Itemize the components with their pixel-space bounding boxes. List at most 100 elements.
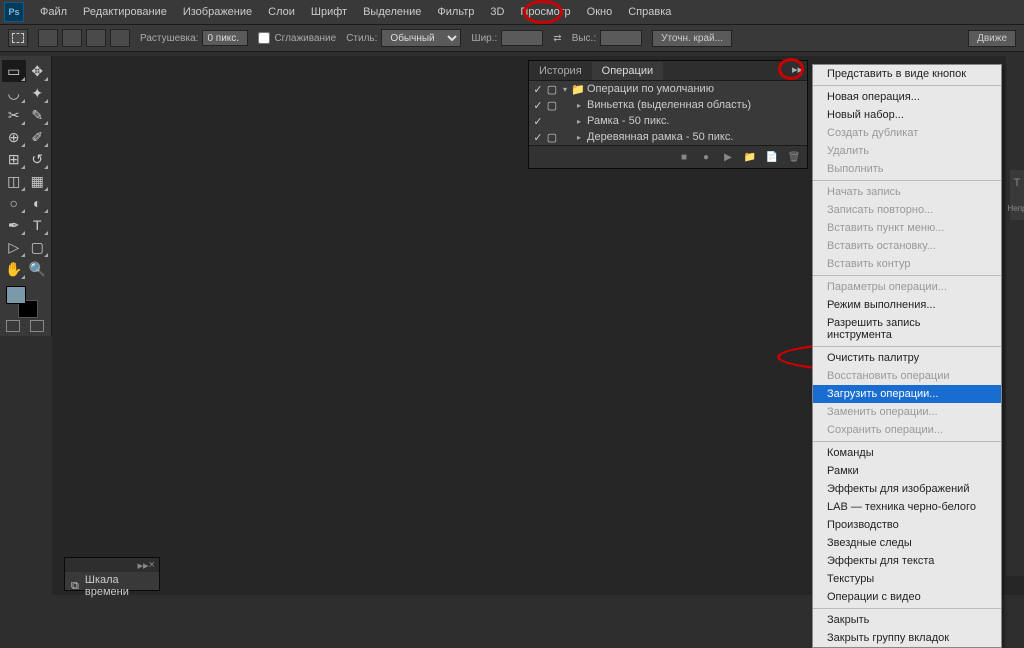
height-input[interactable] — [600, 30, 642, 46]
marquee-tool[interactable]: ▭ — [2, 60, 26, 82]
style-select[interactable]: Обычный — [381, 29, 461, 47]
healing-tool[interactable]: ⊕ — [2, 126, 26, 148]
menu-item[interactable]: Закрыть группу вкладок — [813, 629, 1001, 647]
dialog-icon[interactable]: ▢ — [545, 131, 559, 144]
chevron-right-icon[interactable]: ▸ — [573, 133, 585, 142]
collapse-icon[interactable]: ▸▸ — [792, 63, 803, 76]
close-icon[interactable]: × — [149, 559, 155, 571]
menu-layer[interactable]: Слои — [260, 2, 303, 22]
menu-3d[interactable]: 3D — [482, 2, 512, 22]
menu-item[interactable]: Рамки — [813, 462, 1001, 480]
feather-input[interactable] — [202, 30, 248, 46]
menu-separator — [813, 346, 1001, 347]
zoom-tool[interactable]: 🔍 — [26, 258, 50, 280]
menu-item[interactable]: LAB — техника черно-белого — [813, 498, 1001, 516]
swap-icon[interactable]: ⇄ — [553, 33, 561, 44]
motion-button[interactable]: Движе — [968, 30, 1016, 47]
right-panel-label[interactable]: T Непр — [1010, 170, 1024, 220]
selection-subtract-icon[interactable] — [86, 29, 106, 47]
brush-tool[interactable]: ✐ — [26, 126, 50, 148]
menu-item[interactable]: Эффекты для изображений — [813, 480, 1001, 498]
dialog-icon[interactable]: ▢ — [545, 99, 559, 112]
stamp-tool[interactable]: ⊞ — [2, 148, 26, 170]
menu-item[interactable]: Эффекты для текста — [813, 552, 1001, 570]
shape-tool[interactable]: ▢ — [26, 236, 50, 258]
menu-item[interactable]: Новый набор... — [813, 106, 1001, 124]
chevron-right-icon[interactable]: ▸ — [573, 117, 585, 126]
menu-item[interactable]: Новая операция... — [813, 88, 1001, 106]
right-panels-collapsed[interactable] — [1006, 56, 1024, 576]
eyedropper-tool[interactable]: ✎ — [26, 104, 50, 126]
marquee-tool-icon[interactable] — [8, 29, 28, 47]
color-swatches[interactable] — [6, 286, 38, 318]
trash-icon[interactable]: 🗑 — [785, 150, 803, 164]
dialog-icon[interactable]: ▢ — [545, 83, 559, 96]
menu-image[interactable]: Изображение — [175, 2, 260, 22]
path-select-tool[interactable]: ▷ — [2, 236, 26, 258]
menu-item[interactable]: Команды — [813, 444, 1001, 462]
type-tool[interactable]: T — [26, 214, 50, 236]
menu-item[interactable]: Представить в виде кнопок — [813, 65, 1001, 83]
action-row[interactable]: ✓ ▢ ▸ Деревянная рамка - 50 пикс. — [529, 129, 807, 145]
hand-tool[interactable]: ✋ — [2, 258, 26, 280]
selection-new-icon[interactable] — [38, 29, 58, 47]
menu-item[interactable]: Операции с видео — [813, 588, 1001, 606]
selection-add-icon[interactable] — [62, 29, 82, 47]
eraser-tool[interactable]: ◫ — [2, 170, 26, 192]
antialias-checkbox[interactable] — [258, 32, 270, 44]
history-brush-tool[interactable]: ↺ — [26, 148, 50, 170]
menu-item[interactable]: Текстуры — [813, 570, 1001, 588]
menu-view[interactable]: Просмотр — [512, 2, 578, 22]
actions-panel: История Операции ▸▸ ≡ ✓ ▢ ▾ 📁 Операции п… — [528, 60, 808, 169]
play-icon[interactable]: ▶ — [719, 150, 737, 164]
new-action-icon[interactable]: 📄 — [763, 150, 781, 164]
wand-tool[interactable]: ✦ — [26, 82, 50, 104]
pen-tool[interactable]: ✒ — [2, 214, 26, 236]
chevron-right-icon[interactable]: ▸ — [573, 101, 585, 110]
record-icon[interactable]: ● — [697, 150, 715, 164]
tab-history[interactable]: История — [529, 62, 592, 80]
menu-type[interactable]: Шрифт — [303, 2, 355, 22]
action-row[interactable]: ✓ ▸ Рамка - 50 пикс. — [529, 113, 807, 129]
menu-item[interactable]: Разрешить запись инструмента — [813, 314, 1001, 344]
chevron-down-icon[interactable]: ▾ — [559, 85, 571, 94]
refine-edge-button[interactable]: Уточн. край... — [652, 30, 732, 47]
check-icon[interactable]: ✓ — [531, 83, 545, 96]
blur-tool[interactable]: ○ — [2, 192, 26, 214]
action-row[interactable]: ✓ ▢ ▸ Виньетка (выделенная область) — [529, 97, 807, 113]
check-icon[interactable]: ✓ — [531, 131, 545, 144]
timeline-title[interactable]: Шкала времени — [85, 574, 153, 598]
crop-tool[interactable]: ✂ — [2, 104, 26, 126]
gradient-tool[interactable]: ▦ — [26, 170, 50, 192]
width-input[interactable] — [501, 30, 543, 46]
menu-file[interactable]: Файл — [32, 2, 75, 22]
action-set-row[interactable]: ✓ ▢ ▾ 📁 Операции по умолчанию — [529, 81, 807, 97]
lasso-tool[interactable]: ◡ — [2, 82, 26, 104]
menu-separator — [813, 441, 1001, 442]
check-icon[interactable]: ✓ — [531, 115, 545, 128]
tab-actions[interactable]: Операции — [592, 62, 663, 80]
menu-item: Вставить пункт меню... — [813, 219, 1001, 237]
selection-intersect-icon[interactable] — [110, 29, 130, 47]
menu-item[interactable]: Очистить палитру — [813, 349, 1001, 367]
menu-item[interactable]: Звездные следы — [813, 534, 1001, 552]
menu-select[interactable]: Выделение — [355, 2, 429, 22]
dodge-tool[interactable]: ◐ — [26, 192, 50, 214]
screenmode-icon[interactable] — [30, 320, 44, 332]
menu-item[interactable]: Режим выполнения... — [813, 296, 1001, 314]
new-set-icon[interactable]: 📁 — [741, 150, 759, 164]
menu-item[interactable]: Загрузить операции... — [813, 385, 1001, 403]
menu-window[interactable]: Окно — [579, 2, 621, 22]
menu-help[interactable]: Справка — [620, 2, 679, 22]
collapse-icon[interactable]: ▸▸ — [138, 559, 149, 572]
stop-icon[interactable]: ■ — [675, 150, 693, 164]
menu-item: Вставить остановку... — [813, 237, 1001, 255]
menu-item[interactable]: Производство — [813, 516, 1001, 534]
quickmask-icon[interactable] — [6, 320, 20, 332]
move-tool[interactable]: ✥ — [26, 60, 50, 82]
check-icon[interactable]: ✓ — [531, 99, 545, 112]
menu-filter[interactable]: Фильтр — [429, 2, 482, 22]
foreground-swatch[interactable] — [6, 286, 26, 304]
menu-edit[interactable]: Редактирование — [75, 2, 175, 22]
menu-item[interactable]: Закрыть — [813, 611, 1001, 629]
